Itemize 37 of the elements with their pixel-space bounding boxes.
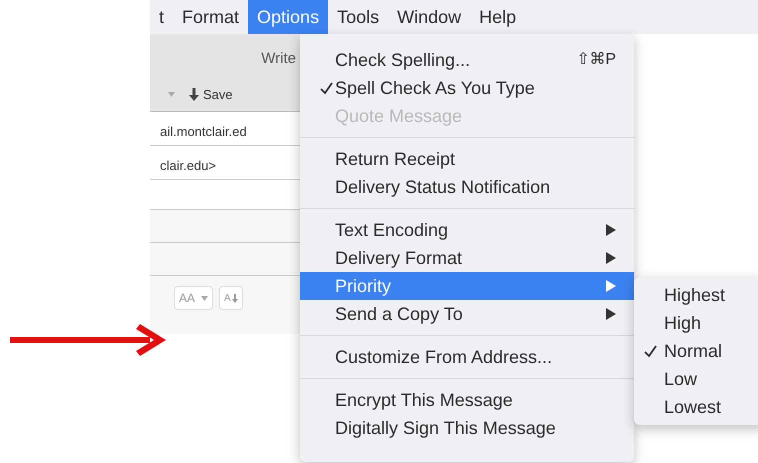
menu-item[interactable]: Encrypt This Message — [300, 386, 634, 414]
menu-item[interactable]: Digitally Sign This Message — [300, 414, 634, 442]
menu-item[interactable]: Spell Check As You Type — [300, 74, 634, 102]
down-arrow-icon — [232, 294, 238, 302]
menu-bar-item[interactable]: t — [150, 0, 174, 34]
menu-bar-item[interactable]: Format — [173, 0, 248, 34]
submenu-arrow-icon — [606, 224, 616, 236]
menu-bar-item[interactable]: Window — [388, 0, 470, 34]
address-field-text: ail.montclair.ed — [159, 122, 247, 140]
menu-item[interactable]: Check Spelling... ⇧⌘P — [300, 46, 634, 74]
menu-bar-item[interactable]: Options — [248, 0, 328, 34]
menu-item[interactable]: Send a Copy To — [300, 300, 634, 328]
checkmark-icon — [320, 82, 333, 94]
menu-bar-item[interactable]: Tools — [328, 0, 388, 34]
shortcut-text: ⇧⌘P — [576, 50, 616, 70]
menu-item[interactable]: Customize From Address... — [300, 343, 634, 371]
menu-item[interactable]: Delivery Status Notification — [300, 173, 634, 201]
caret-icon — [168, 92, 175, 97]
submenu-arrow-icon — [606, 280, 616, 292]
submenu-item[interactable]: Lowest — [634, 393, 758, 421]
checkmark-icon — [644, 344, 657, 358]
save-button[interactable]: Save — [189, 84, 233, 104]
submenu-item[interactable]: Normal — [634, 337, 758, 365]
menu-item[interactable]: Delivery Format — [300, 244, 634, 272]
submenu-arrow-icon — [606, 252, 616, 264]
download-arrow-icon — [189, 88, 199, 101]
submenu-item[interactable]: Highest — [634, 281, 758, 309]
submenu-arrow-icon — [606, 308, 616, 320]
submenu-item[interactable]: Low — [634, 365, 758, 393]
menu-item[interactable]: Return Receipt — [300, 145, 634, 173]
menu-item[interactable]: Priority — [300, 272, 634, 300]
menu-bar-item[interactable]: Help — [470, 0, 526, 34]
menu-item[interactable]: Text Encoding — [300, 216, 634, 244]
address-field-text: clair.edu> — [159, 156, 216, 174]
window-title: Write — [261, 49, 296, 69]
caret-icon — [201, 296, 208, 300]
submenu-item[interactable]: High — [634, 309, 758, 337]
